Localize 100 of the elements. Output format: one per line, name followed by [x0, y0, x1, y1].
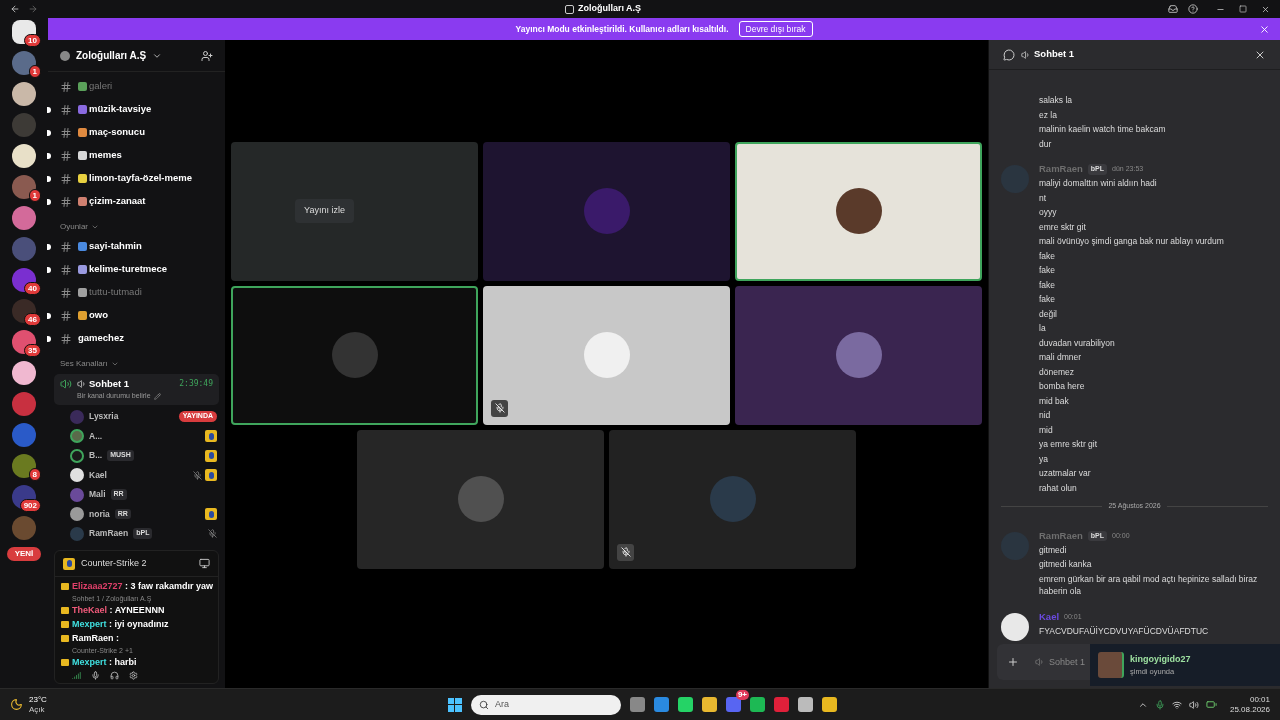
hash-icon — [60, 195, 72, 208]
help-icon[interactable] — [1188, 4, 1198, 14]
message-text: oyyy — [1039, 206, 1058, 219]
member-name[interactable]: Lysxria — [89, 410, 119, 423]
hash-icon — [60, 172, 72, 185]
screen-icon[interactable] — [199, 558, 210, 569]
server-icon[interactable] — [12, 454, 36, 478]
clock-date: 25.08.2026 — [1229, 704, 1270, 715]
headphones-icon[interactable] — [110, 671, 119, 680]
channel-item[interactable]: çizim-zanaat — [89, 194, 146, 209]
wifi-icon[interactable] — [1171, 699, 1182, 710]
clock-time: 00:01 — [1249, 694, 1270, 705]
mic-icon[interactable] — [91, 671, 100, 680]
message-text: mali dmner — [1039, 351, 1083, 364]
server-icon[interactable] — [12, 175, 36, 199]
home-icon[interactable] — [12, 20, 36, 44]
channel-item[interactable]: limon-tayfa-özel-meme — [89, 171, 192, 186]
member-name[interactable]: A... — [89, 429, 103, 443]
server-icon — [60, 50, 70, 61]
video-tile[interactable] — [231, 285, 478, 425]
chat-title: Sohbet 1 — [1034, 47, 1075, 62]
video-tile[interactable] — [735, 285, 982, 425]
category-label[interactable]: Oyunlar — [60, 221, 88, 233]
server-icon[interactable] — [12, 485, 36, 509]
back-icon[interactable] — [10, 4, 20, 14]
member-name[interactable]: Mali — [89, 488, 106, 501]
signal-icon — [72, 671, 81, 680]
hash-icon — [60, 309, 72, 322]
chevron-icon — [110, 360, 119, 368]
message-text: maliyi domalttın wini aldıın hadi — [1039, 177, 1158, 190]
member-name[interactable]: B... — [89, 449, 103, 462]
close-window-icon[interactable] — [1261, 4, 1270, 14]
channel-item[interactable]: kelime-turetmece — [89, 262, 168, 277]
invite-icon[interactable] — [201, 49, 213, 62]
hash-icon — [60, 263, 72, 276]
hash-icon — [60, 240, 72, 253]
voice-channel-name: Sohbet 1 — [89, 377, 130, 391]
window-title: Zoloğulları A.Ş — [577, 2, 642, 16]
hash-icon — [60, 149, 72, 162]
overlay-chat-line: RamRaen : — [72, 632, 120, 645]
member-name[interactable]: Kael — [89, 468, 107, 482]
overlay-chat-line: Mexpert : iyi oynadınız — [72, 618, 169, 631]
member-name[interactable]: noria — [89, 507, 110, 521]
server-icon[interactable] — [12, 361, 36, 385]
video-tile[interactable] — [609, 429, 856, 569]
server-icon[interactable] — [12, 51, 36, 75]
volume-icon[interactable] — [1188, 699, 1199, 710]
maximize-icon[interactable] — [1239, 5, 1247, 13]
battery-icon[interactable] — [1205, 699, 1217, 710]
category-label[interactable]: Ses Kanalları — [60, 358, 108, 370]
mic-icon[interactable] — [1154, 699, 1165, 710]
settings-icon[interactable] — [129, 671, 138, 680]
video-tile[interactable] — [735, 141, 982, 281]
inbox-icon[interactable] — [1168, 4, 1178, 14]
message-text: rahat olun — [1039, 481, 1078, 495]
message-text: değil — [1039, 307, 1058, 321]
server-icon[interactable] — [12, 268, 36, 292]
user-avatar — [583, 332, 630, 378]
message-text: fake — [1039, 293, 1057, 306]
message-text: ya emre sktr git — [1039, 438, 1099, 451]
message-text: ya — [1039, 452, 1049, 466]
video-tile[interactable] — [483, 285, 730, 425]
channel-item[interactable]: tuttu-tutmadi — [89, 285, 142, 300]
video-tile[interactable] — [483, 141, 730, 281]
search-field[interactable]: Ara — [470, 694, 621, 715]
server-name[interactable]: Zoloğulları A.Ş — [76, 48, 147, 63]
channel-item[interactable]: memes — [89, 148, 122, 163]
message-text: fake — [1039, 278, 1057, 292]
start-icon[interactable] — [447, 697, 462, 712]
new-button[interactable]: YENİ — [6, 547, 42, 561]
channel-item[interactable]: gamechez — [78, 331, 124, 346]
user-avatar — [835, 332, 882, 378]
server-icon[interactable] — [12, 330, 36, 354]
message-text: duvadan vurabiliyon — [1039, 336, 1116, 350]
server-icon[interactable] — [12, 299, 36, 323]
plus-icon[interactable] — [1007, 656, 1019, 668]
channel-item[interactable]: maç-sonucu — [89, 125, 145, 140]
forward-icon[interactable] — [28, 4, 38, 14]
member-name[interactable]: RamRaen — [89, 527, 129, 540]
message-text: FYACVDUFAÜİYCDVUYAFÜCDVÜAFDTUC — [1039, 624, 1210, 638]
channel-item[interactable]: galeri — [89, 79, 113, 94]
channel-item[interactable]: müzik-tavsiye — [89, 102, 152, 117]
message-text: mid bak — [1039, 394, 1070, 408]
app-icon — [564, 4, 574, 14]
message-text: ez la — [1039, 108, 1058, 122]
chevron-icon — [91, 223, 99, 231]
user-avatar — [835, 188, 882, 234]
channel-item[interactable]: sayi-tahmin — [89, 239, 142, 254]
video-tile[interactable]: Yayını izle — [231, 141, 478, 281]
hash-icon — [60, 126, 72, 139]
server-icon[interactable] — [12, 82, 36, 106]
disable-button[interactable]: Devre dışı bırak — [738, 20, 813, 38]
watch-stream-button[interactable]: Yayını izle — [295, 199, 354, 223]
server-icon[interactable] — [12, 144, 36, 168]
banner-text: Yayıncı Modu etkinleştirildi. Kullanıcı adları kısaltıldı. — [515, 22, 729, 36]
video-tile[interactable] — [357, 429, 604, 569]
close-icon[interactable] — [1259, 23, 1270, 35]
message-text: dur — [1039, 137, 1053, 151]
unread-badge: 46 — [24, 313, 41, 326]
channel-item[interactable]: owo — [89, 308, 108, 323]
